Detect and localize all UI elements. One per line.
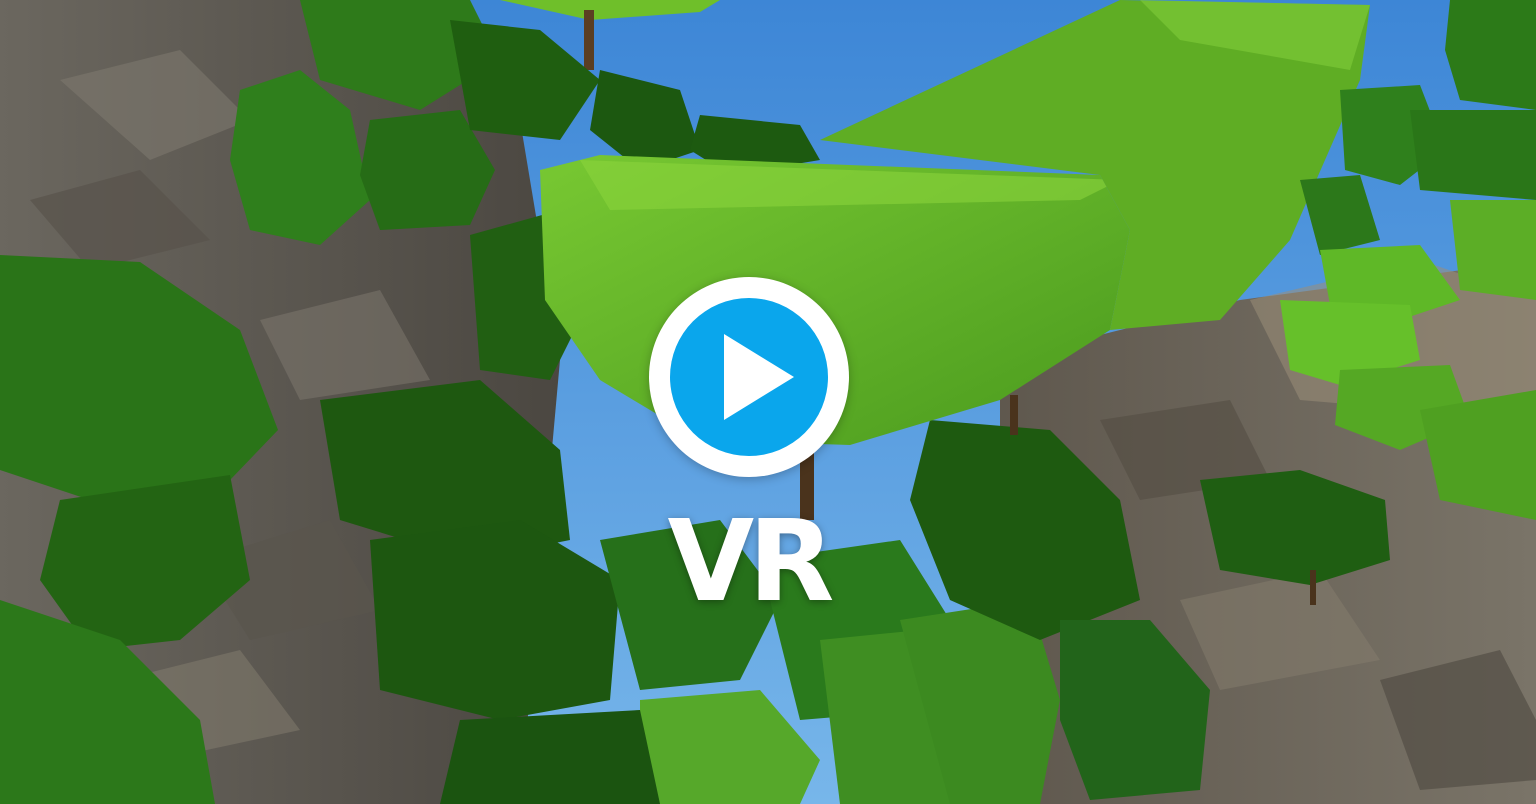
play-button[interactable] [649,277,849,477]
play-button-disc [670,298,828,456]
vr-video-thumbnail[interactable]: VR [0,0,1536,804]
play-icon [724,334,794,420]
vr-label: VR [667,497,835,627]
